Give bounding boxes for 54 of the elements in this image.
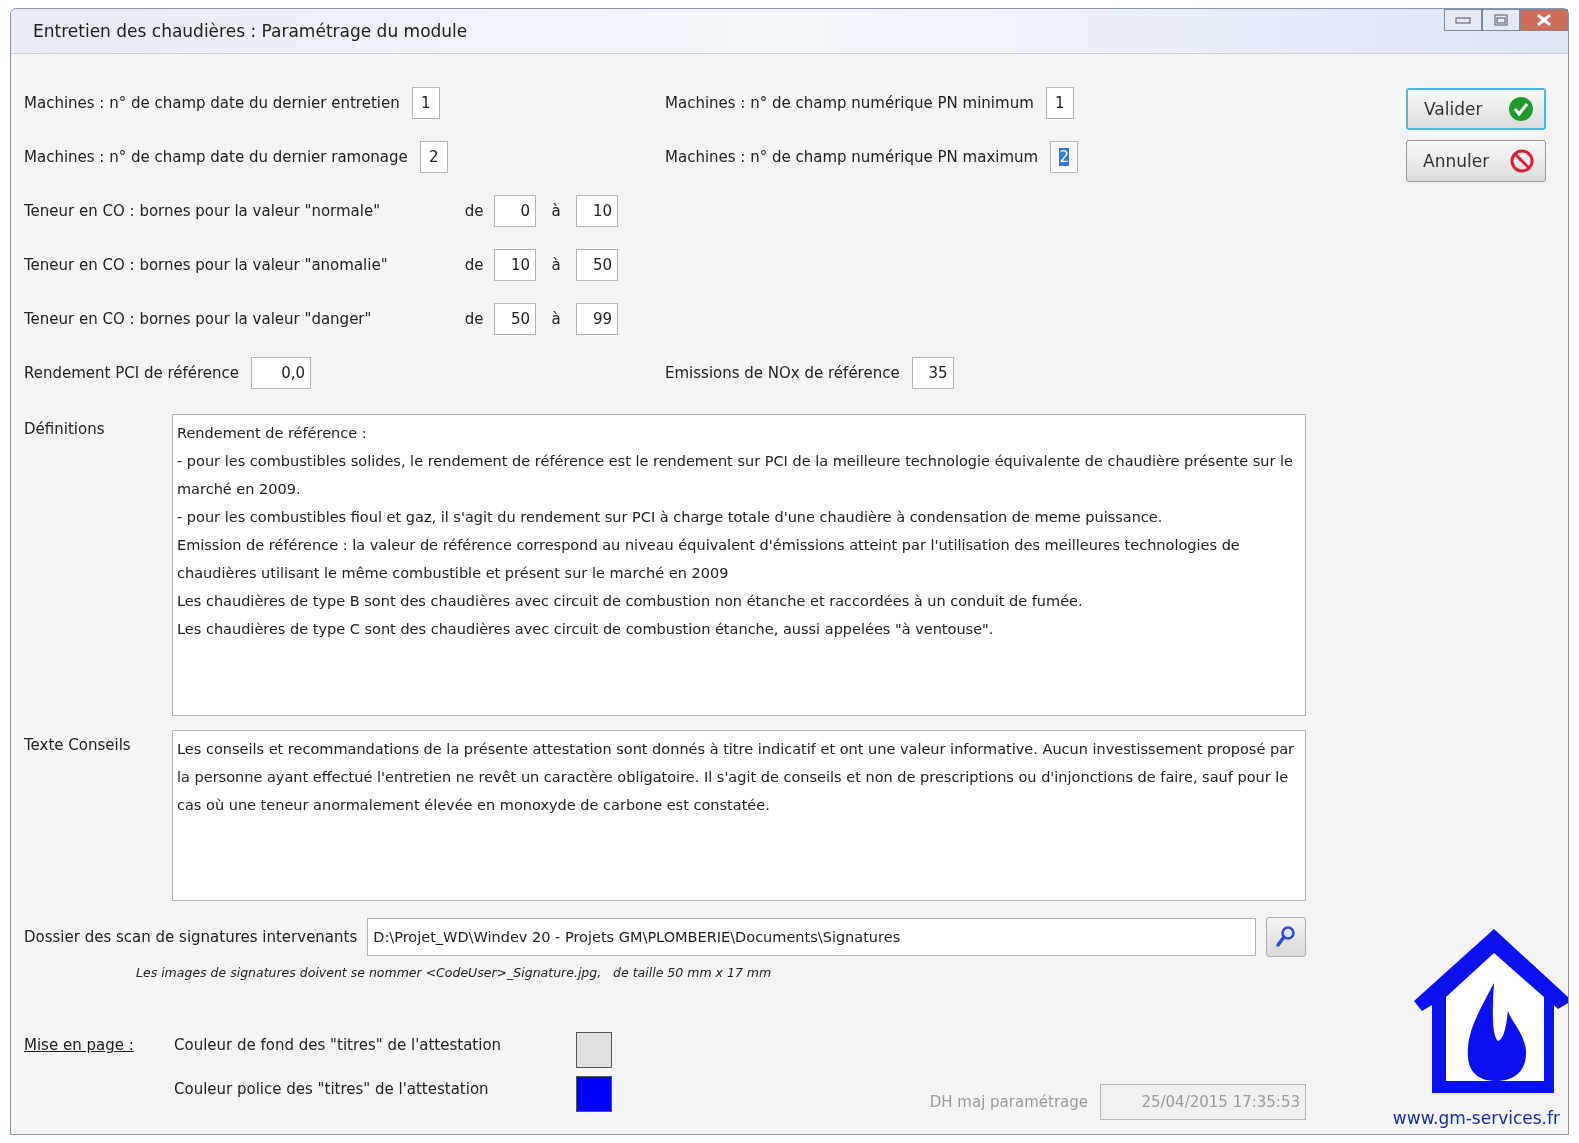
prohibited-icon <box>1509 148 1535 174</box>
to-label: à <box>550 310 562 328</box>
minimize-button[interactable] <box>1444 9 1482 31</box>
to-label: à <box>550 202 562 220</box>
field-label: Rendement PCI de référence <box>24 364 240 382</box>
field-label: DH maj paramétrage <box>929 1093 1088 1111</box>
field-label: Machines : n° de champ date du dernier entretien <box>24 94 400 112</box>
from-label: de <box>463 256 485 274</box>
field-label: Emissions de NOx de référence <box>665 364 900 382</box>
number-field[interactable]: 35 <box>911 357 954 389</box>
field-label: Dossier des scan de signatures intervenants <box>24 928 358 946</box>
minimize-icon <box>1455 16 1471 24</box>
folder-path-field[interactable]: D:\Projet_WD\Windev 20 - Projets GM\PLOMBERIE\Documents\Signatures <box>367 918 1256 956</box>
number-field[interactable]: 2 <box>1050 141 1079 173</box>
from-label: de <box>463 202 485 220</box>
dialog-button[interactable]: Valider <box>1406 88 1546 130</box>
number-field[interactable]: 1 <box>1045 87 1074 119</box>
color-label: Couleur de fond des "titres" de l'attestation <box>174 1035 503 1054</box>
field-label: Définitions <box>24 419 106 440</box>
field-label: Teneur en CO : bornes pour la valeur "danger" <box>24 310 373 328</box>
advice-text-area[interactable]: Les conseils et recommandations de la présente attestation sont donnés à titre indicatif et ont une valeur informative. Aucun investissement proposé par la personne ayant effectué l'entretien ne revêt un caractère obligatoire. Il s'agit de conseils et non de prescriptions ou d'injonctions de faire, sauf pour le cas où une teneur anormalement élevée en monoxyde de carbone est constatée. <box>172 730 1306 901</box>
to-label: à <box>550 256 562 274</box>
section-label: Mise en page : <box>24 1035 135 1054</box>
number-field[interactable]: 50 <box>494 303 536 335</box>
hint-text: Les images de signatures doivent se nommer <CodeUser>_Signature.jpg, de taille 50 mm x 17 mm <box>135 965 773 980</box>
number-field[interactable]: 10 <box>494 249 536 281</box>
field-label: Machines : n° de champ numérique PN minimum <box>665 94 1034 112</box>
number-field[interactable]: 0,0 <box>251 357 312 389</box>
color-swatch[interactable] <box>576 1032 612 1068</box>
number-field[interactable]: 99 <box>576 303 618 335</box>
number-field[interactable]: 2 <box>419 141 448 173</box>
search-icon <box>1275 925 1297 949</box>
color-swatch[interactable] <box>576 1076 612 1112</box>
field-label: Machines : n° de champ numérique PN maximum <box>665 148 1039 166</box>
definitions-text-area[interactable]: Rendement de référence : - pour les combustibles solides, le rendement de référence est le rendement sur PCI de la meilleure technologie équivalente de chaudière présente sur le marché en 2009. - pour les combustibles fioul et gaz, il s'agit du rendement sur PCI à charge totale d'une chaudière à condensation de meme puissance. Emission de référence : la valeur de référence correspond au niveau équivalent d'émissions atteint par l'utilisation des meilleures technologies de chaudières utilisant le même combustible et présent sur le marché en 2009 Les chaudières de type B sont des chaudières avec circuit de combustion non étanche et raccordées à un conduit de fumée. Les chaudières de type C sont des chaudières avec circuit de combustion étanche, aussi appelées "à ventouse". <box>172 414 1306 716</box>
maximize-button[interactable] <box>1482 9 1520 31</box>
number-field[interactable]: 50 <box>576 249 618 281</box>
check-icon <box>1508 96 1534 122</box>
field-label: Texte Conseils <box>24 735 132 756</box>
close-icon <box>1536 13 1552 27</box>
field-label: Teneur en CO : bornes pour la valeur "anomalie" <box>24 256 389 274</box>
website-link[interactable]: www.gm-services.fr <box>1392 1108 1560 1128</box>
number-field[interactable]: 1 <box>411 87 440 119</box>
number-field[interactable]: 10 <box>576 195 618 227</box>
from-label: de <box>463 310 485 328</box>
number-field[interactable]: 0 <box>494 195 536 227</box>
window-title: Entretien des chaudières : Paramétrage du module <box>32 21 468 41</box>
color-label: Couleur police des "titres" de l'attestation <box>174 1079 490 1098</box>
maximize-icon <box>1494 14 1508 26</box>
dialog-button[interactable]: Annuler <box>1406 140 1546 182</box>
close-button[interactable] <box>1520 9 1568 31</box>
field-label: Machines : n° de champ date du dernier ramonage <box>24 148 408 166</box>
browse-button[interactable] <box>1266 917 1306 957</box>
field-label: Teneur en CO : bornes pour la valeur "normale" <box>24 202 382 220</box>
